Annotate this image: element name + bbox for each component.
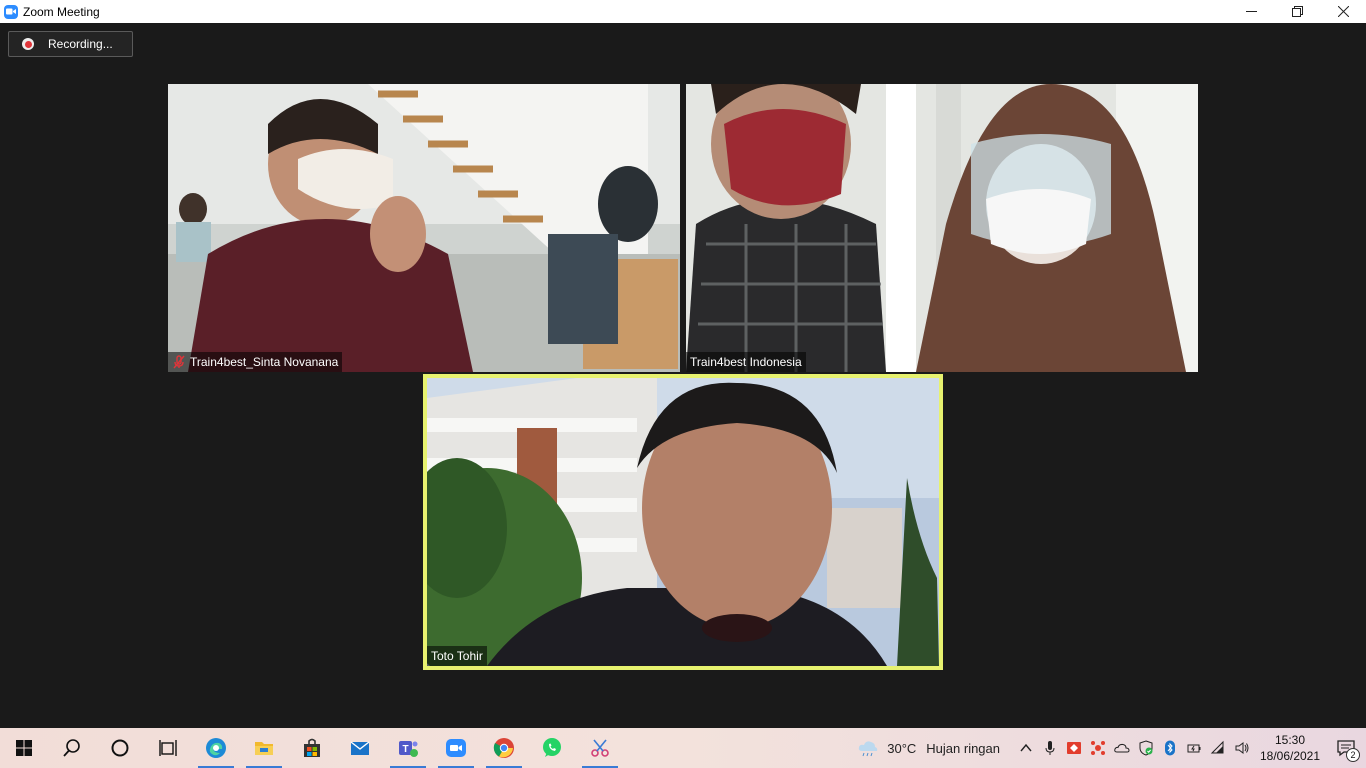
task-view-button[interactable] bbox=[144, 728, 192, 768]
svg-text:T: T bbox=[403, 744, 409, 755]
mail-icon bbox=[350, 741, 370, 755]
participant-video-feed bbox=[427, 378, 939, 666]
search-button[interactable] bbox=[48, 728, 96, 768]
rain-cloud-icon bbox=[859, 741, 878, 757]
wifi-tray-button[interactable] bbox=[1206, 728, 1230, 768]
snip-taskbar-button[interactable] bbox=[576, 728, 624, 768]
weather-condition: Hujan ringan bbox=[926, 740, 1000, 756]
battery-charging-icon bbox=[1187, 744, 1201, 753]
weather-temperature: 30°C bbox=[887, 740, 917, 756]
task-view-icon bbox=[159, 740, 177, 756]
shield-icon bbox=[1139, 740, 1153, 756]
edge-icon bbox=[206, 738, 226, 758]
mail-taskbar-button[interactable] bbox=[336, 728, 384, 768]
bluetooth-icon bbox=[1165, 740, 1175, 756]
chrome-icon bbox=[493, 738, 514, 758]
recording-indicator[interactable]: Recording... bbox=[8, 31, 133, 57]
participant-name: Train4best_Sinta Novanana bbox=[190, 355, 339, 369]
chrome-taskbar-button[interactable] bbox=[480, 728, 528, 768]
teams-icon: T bbox=[399, 741, 418, 757]
taskbar: T 30°C Hujan ringan 15:30 18/06/2021 2 bbox=[0, 728, 1366, 768]
microphone-icon bbox=[1045, 741, 1055, 755]
participant-name: Toto Tohir bbox=[431, 649, 483, 663]
cortana-icon bbox=[111, 739, 129, 757]
taskbar-clock[interactable]: 15:30 18/06/2021 bbox=[1254, 732, 1326, 764]
chevron-up-icon bbox=[1020, 743, 1032, 752]
participant-video-feed bbox=[168, 84, 680, 372]
bluetooth-tray-button[interactable] bbox=[1158, 728, 1182, 768]
video-tile-active-speaker[interactable]: Toto Tohir bbox=[423, 374, 943, 670]
participant-video-feed bbox=[686, 84, 1198, 372]
microphone-muted-icon bbox=[173, 355, 185, 369]
system-tray: 30°C Hujan ringan 15:30 18/06/2021 2 bbox=[857, 728, 1366, 768]
snip-icon bbox=[591, 739, 609, 757]
participant-name: Train4best Indonesia bbox=[690, 355, 802, 369]
network-app-tray-button[interactable] bbox=[1086, 728, 1110, 768]
volume-tray-button[interactable] bbox=[1230, 728, 1254, 768]
onedrive-tray-button[interactable] bbox=[1110, 728, 1134, 768]
zoom-taskbar-button[interactable] bbox=[432, 728, 480, 768]
participant-name-label: Train4best Indonesia bbox=[686, 352, 806, 372]
store-taskbar-button[interactable] bbox=[288, 728, 336, 768]
file-explorer-taskbar-button[interactable] bbox=[240, 728, 288, 768]
video-tile-participant-2[interactable]: Train4best Indonesia bbox=[686, 84, 1198, 372]
cortana-button[interactable] bbox=[96, 728, 144, 768]
file-explorer-icon bbox=[255, 742, 273, 755]
minimize-icon bbox=[1245, 11, 1257, 12]
restore-button[interactable] bbox=[1274, 0, 1320, 23]
anydesk-icon bbox=[1067, 742, 1081, 754]
weather-widget[interactable]: 30°C Hujan ringan bbox=[857, 739, 1000, 757]
minimize-button[interactable] bbox=[1228, 0, 1274, 23]
teams-taskbar-button[interactable]: T bbox=[384, 728, 432, 768]
speaker-icon bbox=[1235, 742, 1249, 754]
recording-label: Recording... bbox=[48, 37, 113, 51]
clock-date: 18/06/2021 bbox=[1259, 749, 1321, 763]
recording-dot-icon bbox=[22, 38, 34, 50]
video-tile-participant-1[interactable]: Train4best_Sinta Novanana bbox=[168, 84, 680, 372]
close-button[interactable] bbox=[1320, 0, 1366, 23]
anydesk-tray-button[interactable] bbox=[1062, 728, 1086, 768]
microphone-tray-button[interactable] bbox=[1038, 728, 1062, 768]
network-app-icon bbox=[1091, 741, 1105, 755]
participant-name-label: Train4best_Sinta Novanana bbox=[168, 352, 343, 372]
wifi-icon bbox=[1210, 740, 1224, 754]
search-icon bbox=[63, 739, 80, 757]
security-tray-button[interactable] bbox=[1134, 728, 1158, 768]
cloud-icon bbox=[1114, 743, 1130, 753]
whatsapp-taskbar-button[interactable] bbox=[528, 728, 576, 768]
start-button[interactable] bbox=[0, 728, 48, 768]
store-icon bbox=[304, 738, 320, 757]
window-title: Zoom Meeting bbox=[23, 4, 100, 19]
close-icon bbox=[1337, 6, 1349, 17]
restore-icon bbox=[1291, 6, 1303, 17]
title-bar: Zoom Meeting bbox=[0, 0, 1366, 23]
whatsapp-icon bbox=[543, 738, 561, 757]
edge-taskbar-button[interactable] bbox=[192, 728, 240, 768]
action-center-button[interactable]: 2 bbox=[1326, 728, 1366, 768]
start-icon bbox=[16, 740, 32, 756]
battery-tray-button[interactable] bbox=[1182, 728, 1206, 768]
zoom-app-icon bbox=[4, 4, 18, 19]
zoom-icon bbox=[446, 739, 466, 757]
show-hidden-icons-button[interactable] bbox=[1014, 728, 1038, 768]
notification-count-badge: 2 bbox=[1346, 748, 1360, 762]
participant-name-label: Toto Tohir bbox=[427, 646, 487, 666]
clock-time: 15:30 bbox=[1274, 733, 1306, 747]
